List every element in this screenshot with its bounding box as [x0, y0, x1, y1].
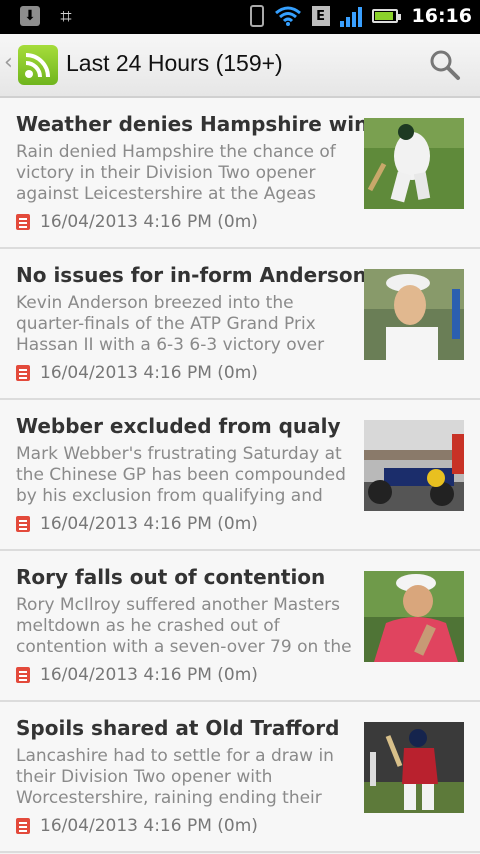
article-doc-icon [16, 818, 30, 834]
article-thumbnail-golfer [364, 571, 464, 662]
article-timestamp: 16/04/2013 4:16 PM (0m) [40, 212, 258, 232]
article-doc-icon [16, 667, 30, 683]
article-summary: Kevin Anderson breezed into the quarter-… [16, 293, 325, 355]
article-timestamp: 16/04/2013 4:16 PM (0m) [40, 363, 258, 383]
article-title: Weather denies Hampshire win [16, 112, 369, 136]
rss-app-icon[interactable] [18, 45, 58, 85]
article-meta: 16/04/2013 4:16 PM (0m) [16, 665, 258, 685]
battery-icon [371, 9, 401, 23]
article-title: Rory falls out of contention [16, 565, 326, 589]
article-title: Webber excluded from qualy [16, 414, 341, 438]
article-title: No issues for in-form Anderson [16, 263, 367, 287]
status-bar: ⬇ ⌗ E 16:16 [0, 0, 480, 34]
signal-strength-icon [339, 5, 362, 27]
wifi-icon [274, 6, 301, 26]
article-thumbnail-cricket-batsman [364, 118, 464, 209]
article-meta: 16/04/2013 4:16 PM (0m) [16, 816, 258, 836]
article-meta: 16/04/2013 4:16 PM (0m) [16, 363, 258, 383]
article-item[interactable]: No issues for in-form Anderson Kevin And… [0, 249, 480, 400]
action-bar: ‹ Last 24 Hours (159+) [0, 34, 480, 98]
back-chevron-icon[interactable]: ‹ [4, 50, 13, 75]
vibrate-icon [249, 5, 264, 27]
article-timestamp: 16/04/2013 4:16 PM (0m) [40, 514, 258, 534]
article-doc-icon [16, 365, 30, 381]
download-notification-icon: ⬇ [20, 6, 40, 26]
article-summary: Lancashire had to settle for a draw in t… [16, 746, 334, 808]
network-type-badge: E [311, 6, 330, 26]
status-time: 16:16 [411, 5, 472, 27]
article-summary: Rain denied Hampshire the chance of vict… [16, 142, 336, 204]
article-summary: Rory McIlroy suffered another Masters me… [16, 595, 352, 657]
screenshot-notification-icon: ⌗ [60, 4, 72, 28]
search-icon[interactable] [428, 48, 462, 82]
article-item[interactable]: Rory falls out of contention Rory McIlro… [0, 551, 480, 702]
article-thumbnail-f1-car [364, 420, 464, 511]
article-thumbnail-tennis-player [364, 269, 464, 360]
article-doc-icon [16, 516, 30, 532]
article-item[interactable]: Weather denies Hampshire win Rain denied… [0, 98, 480, 249]
article-thumbnail-cricket-batsman-red [364, 722, 464, 813]
article-timestamp: 16/04/2013 4:16 PM (0m) [40, 665, 258, 685]
page-title: Last 24 Hours (159+) [66, 50, 283, 76]
article-meta: 16/04/2013 4:16 PM (0m) [16, 514, 258, 534]
article-summary: Mark Webber's frustrating Saturday at th… [16, 444, 346, 506]
article-item[interactable]: Spoils shared at Old Trafford Lancashire… [0, 702, 480, 853]
article-doc-icon [16, 214, 30, 230]
article-meta: 16/04/2013 4:16 PM (0m) [16, 212, 258, 232]
article-title: Spoils shared at Old Trafford [16, 716, 340, 740]
article-list: Weather denies Hampshire win Rain denied… [0, 98, 480, 853]
article-timestamp: 16/04/2013 4:16 PM (0m) [40, 816, 258, 836]
article-item[interactable]: Webber excluded from qualy Mark Webber's… [0, 400, 480, 551]
